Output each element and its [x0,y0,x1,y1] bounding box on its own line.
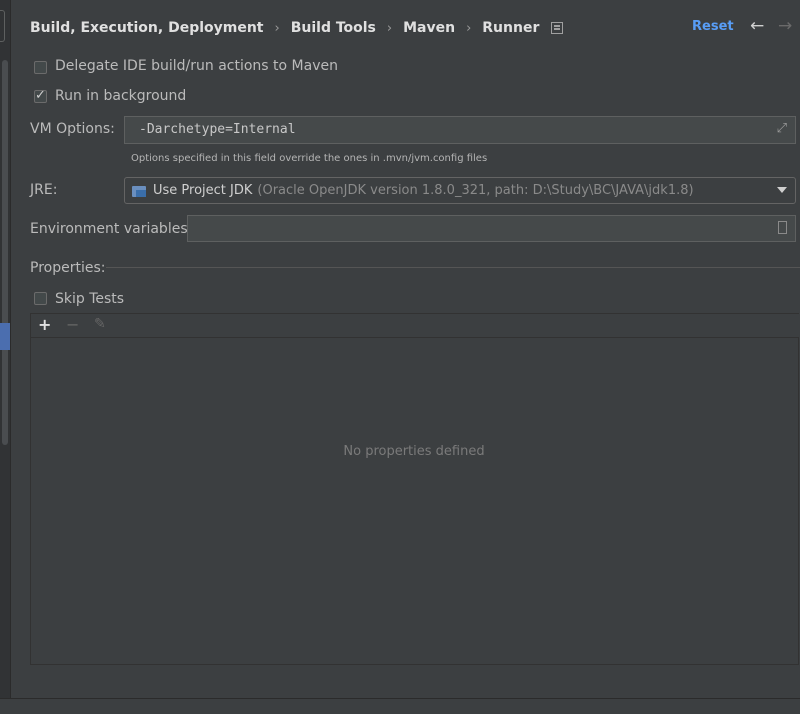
vm-options-field[interactable]: -Darchetype=Internal ⤢ [124,116,796,144]
add-property-icon[interactable]: + [38,315,51,334]
reset-link[interactable]: Reset [692,19,734,34]
properties-label: Properties: [30,260,106,276]
properties-table [30,313,799,665]
breadcrumb-item-build-execution[interactable]: Build, Execution, Deployment [30,20,264,36]
arrow-right-icon[interactable]: → [778,16,792,36]
vm-options-label: VM Options: [30,121,115,137]
vm-options-hint: Options specified in this field override… [131,153,488,164]
vm-options-value: -Darchetype=Internal [139,122,296,137]
arrow-left-icon[interactable]: ← [750,16,764,36]
delegate-checkbox[interactable] [34,61,47,74]
empty-properties-text: No properties defined [343,444,485,459]
expand-icon[interactable]: ⤢ [777,121,787,136]
skip-tests-label[interactable]: Skip Tests [55,291,124,307]
selected-tree-marker [0,323,10,350]
jre-select[interactable]: Use Project JDK (Oracle OpenJDK version … [124,177,796,204]
jre-label: JRE: [30,182,58,198]
properties-toolbar [31,314,799,338]
breadcrumb-item-build-tools[interactable]: Build Tools [291,20,376,36]
env-variables-field[interactable] [187,215,796,242]
scrollbar-thumb[interactable] [2,60,8,445]
run-in-background-label[interactable]: Run in background [55,88,186,104]
delegate-checkbox-label[interactable]: Delegate IDE build/run actions to Maven [55,58,338,74]
collapse-handle[interactable] [0,10,5,42]
left-scroll-strip [0,0,11,713]
browse-env-icon[interactable] [778,221,787,234]
breadcrumb: Build, Execution, Deployment › Build Too… [30,17,564,39]
jre-selected-value: Use Project JDK [153,183,253,198]
bottom-bar [0,698,800,714]
remove-property-icon[interactable]: − [66,315,79,334]
skip-tests-checkbox[interactable] [34,292,47,305]
chevron-down-icon [777,187,787,193]
breadcrumb-separator: › [274,20,280,36]
project-settings-icon [551,22,564,34]
edit-property-icon[interactable]: ✎ [94,316,106,332]
breadcrumb-separator: › [466,20,472,36]
run-in-background-checkbox[interactable] [34,88,47,103]
jre-selected-detail: (Oracle OpenJDK version 1.8.0_321, path:… [257,183,694,198]
breadcrumb-item-maven[interactable]: Maven [403,20,455,36]
properties-divider [106,267,800,268]
breadcrumb-separator: › [386,20,393,36]
env-variables-label: Environment variables: [30,221,193,237]
folder-icon [132,185,147,197]
breadcrumb-item-runner: Runner [482,20,540,36]
